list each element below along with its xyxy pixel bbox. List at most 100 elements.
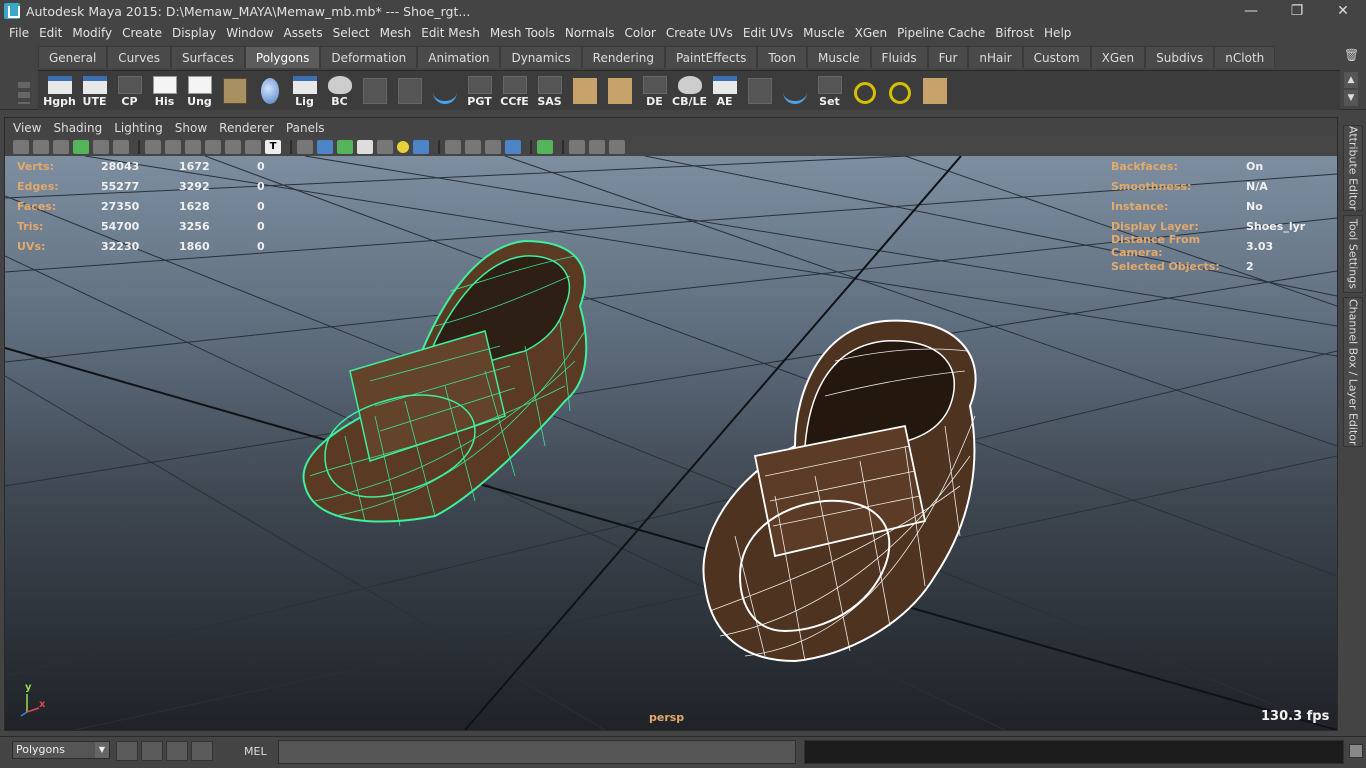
- isolate-select-icon[interactable]: [537, 140, 553, 154]
- panel-menu-shading[interactable]: Shading: [47, 121, 108, 135]
- menu-file[interactable]: File: [4, 26, 34, 40]
- shelf-tab-toon[interactable]: Toon: [757, 46, 808, 68]
- shelf-button-globe-select[interactable]: [252, 74, 287, 108]
- shelf-button-cb-le[interactable]: CB/LE: [672, 74, 707, 108]
- shelf-tab-animation[interactable]: Animation: [417, 46, 501, 68]
- tab-attribute-editor[interactable]: Attribute Editor: [1343, 125, 1363, 211]
- right-shoe[interactable]: [702, 319, 977, 663]
- shelf-tab-nhair[interactable]: nHair: [968, 46, 1023, 68]
- xray-joints-icon[interactable]: [589, 140, 605, 154]
- panel-menu-lighting[interactable]: Lighting: [108, 121, 169, 135]
- tab-tool-settings[interactable]: Tool Settings: [1343, 215, 1363, 293]
- safe-title-icon[interactable]: T: [265, 140, 281, 154]
- shelf-tab-polygons[interactable]: Polygons: [244, 46, 321, 68]
- film-gate-icon[interactable]: [165, 140, 181, 154]
- menu-modify[interactable]: Modify: [67, 26, 117, 40]
- shelf-button-bc[interactable]: BC: [322, 74, 357, 108]
- xray-active-icon[interactable]: [569, 140, 585, 154]
- textured-icon[interactable]: [377, 140, 393, 154]
- shelf-tab-general[interactable]: General: [38, 46, 108, 68]
- camera-attributes-icon[interactable]: [33, 140, 49, 154]
- safe-action-icon[interactable]: [245, 140, 261, 154]
- menu-edit[interactable]: Edit: [34, 26, 67, 40]
- menu-color[interactable]: Color: [620, 26, 661, 40]
- shelf-button-uv-layout[interactable]: [567, 74, 602, 108]
- smooth-shade-icon[interactable]: [317, 140, 333, 154]
- motion-blur-icon[interactable]: [465, 140, 481, 154]
- menu-display[interactable]: Display: [167, 26, 221, 40]
- shelf-tab-ncloth[interactable]: nCloth: [1214, 46, 1276, 68]
- bookmarks-icon[interactable]: [53, 140, 69, 154]
- menu-bifrost[interactable]: Bifrost: [990, 26, 1039, 40]
- shelf-button-uv-grid[interactable]: [917, 74, 952, 108]
- shelf-button-ung[interactable]: Ung: [182, 74, 217, 108]
- select-camera-icon[interactable]: [13, 140, 29, 154]
- shelf-button-curve-tool[interactable]: [427, 74, 462, 108]
- menu-create[interactable]: Create: [117, 26, 167, 40]
- screen-space-ao-icon[interactable]: [445, 140, 461, 154]
- shelf-button-pgt[interactable]: PGT: [462, 74, 497, 108]
- shelf-button-camera-rig[interactable]: [392, 74, 427, 108]
- close-button[interactable]: ✕: [1320, 0, 1366, 22]
- menu-set-select[interactable]: Polygons ▼: [12, 741, 110, 759]
- grid-icon[interactable]: [145, 140, 161, 154]
- menu-assets[interactable]: Assets: [279, 26, 328, 40]
- snap-toggle-icon[interactable]: [116, 741, 138, 761]
- shelf-tab-deformation[interactable]: Deformation: [320, 46, 418, 68]
- shelf-tab-curves[interactable]: Curves: [107, 46, 171, 68]
- grease-pencil-icon[interactable]: [113, 140, 129, 154]
- scroll-down-icon[interactable]: ▼: [1344, 90, 1358, 106]
- shelf-button-tile[interactable]: [602, 74, 637, 108]
- shelf-tab-rendering[interactable]: Rendering: [581, 46, 665, 68]
- menu-edit-uvs[interactable]: Edit UVs: [738, 26, 798, 40]
- shadows-icon[interactable]: [413, 140, 429, 154]
- scroll-up-icon[interactable]: ▲: [1344, 72, 1358, 88]
- shelf-button-his[interactable]: His: [147, 74, 182, 108]
- shelf-button-box[interactable]: [217, 74, 252, 108]
- command-input[interactable]: [278, 740, 796, 764]
- field-chart-icon[interactable]: [225, 140, 241, 154]
- wireframe-on-shaded-icon[interactable]: [337, 140, 353, 154]
- shelf-button-ccfe[interactable]: CCfE: [497, 74, 532, 108]
- panel-menu-view[interactable]: View: [7, 121, 47, 135]
- panel-menu-show[interactable]: Show: [169, 121, 213, 135]
- shelf-button-ae[interactable]: AE: [707, 74, 742, 108]
- xray-icon[interactable]: [357, 140, 373, 154]
- shelf-drag-handle[interactable]: [12, 48, 34, 108]
- script-language-label[interactable]: MEL: [244, 745, 267, 758]
- backface-culling-icon[interactable]: [609, 140, 625, 154]
- shelf-tab-dynamics[interactable]: Dynamics: [500, 46, 582, 68]
- shelf-button-color-wheel[interactable]: [882, 74, 917, 108]
- maximize-button[interactable]: ❐: [1274, 0, 1320, 22]
- shelf-button-cp[interactable]: CP: [112, 74, 147, 108]
- menu-select[interactable]: Select: [328, 26, 375, 40]
- node-editor-icon[interactable]: [191, 741, 213, 761]
- two-d-pan-icon[interactable]: [93, 140, 109, 154]
- shelf-button-spline[interactable]: [777, 74, 812, 108]
- shelf-button-lig[interactable]: Lig: [287, 74, 322, 108]
- perspective-viewport[interactable]: Verts: 28043 1672 0 Edges: 55277 3292 0 Faces: 27…: [5, 156, 1337, 730]
- trash-icon[interactable]: 🗑: [1344, 48, 1359, 64]
- shelf-button-ute[interactable]: UTE: [77, 74, 112, 108]
- minimize-button[interactable]: —: [1228, 0, 1274, 22]
- shelf-tab-custom[interactable]: Custom: [1022, 46, 1091, 68]
- menu-window[interactable]: Window: [221, 26, 278, 40]
- menu-mesh[interactable]: Mesh: [375, 26, 417, 40]
- shelf-button-sas[interactable]: SAS: [532, 74, 567, 108]
- menu-normals[interactable]: Normals: [560, 26, 620, 40]
- tab-channel-box-layer-editor[interactable]: Channel Box / Layer Editor: [1343, 297, 1363, 447]
- shelf-button-de[interactable]: DE: [637, 74, 672, 108]
- lights-icon[interactable]: [397, 141, 409, 153]
- shelf-tab-xgen[interactable]: XGen: [1090, 46, 1146, 68]
- shelf-button-brush[interactable]: [742, 74, 777, 108]
- shelf-tab-painteffects[interactable]: PaintEffects: [664, 46, 758, 68]
- outliner-icon[interactable]: [166, 741, 188, 761]
- panel-menu-panels[interactable]: Panels: [280, 121, 331, 135]
- menu-xgen[interactable]: XGen: [850, 26, 893, 40]
- shelf-button-target[interactable]: [847, 74, 882, 108]
- menu-help[interactable]: Help: [1039, 26, 1076, 40]
- menu-mesh-tools[interactable]: Mesh Tools: [485, 26, 560, 40]
- gate-mask-icon[interactable]: [205, 140, 221, 154]
- multisample-aa-icon[interactable]: [485, 140, 501, 154]
- menu-pipeline-cache[interactable]: Pipeline Cache: [892, 26, 990, 40]
